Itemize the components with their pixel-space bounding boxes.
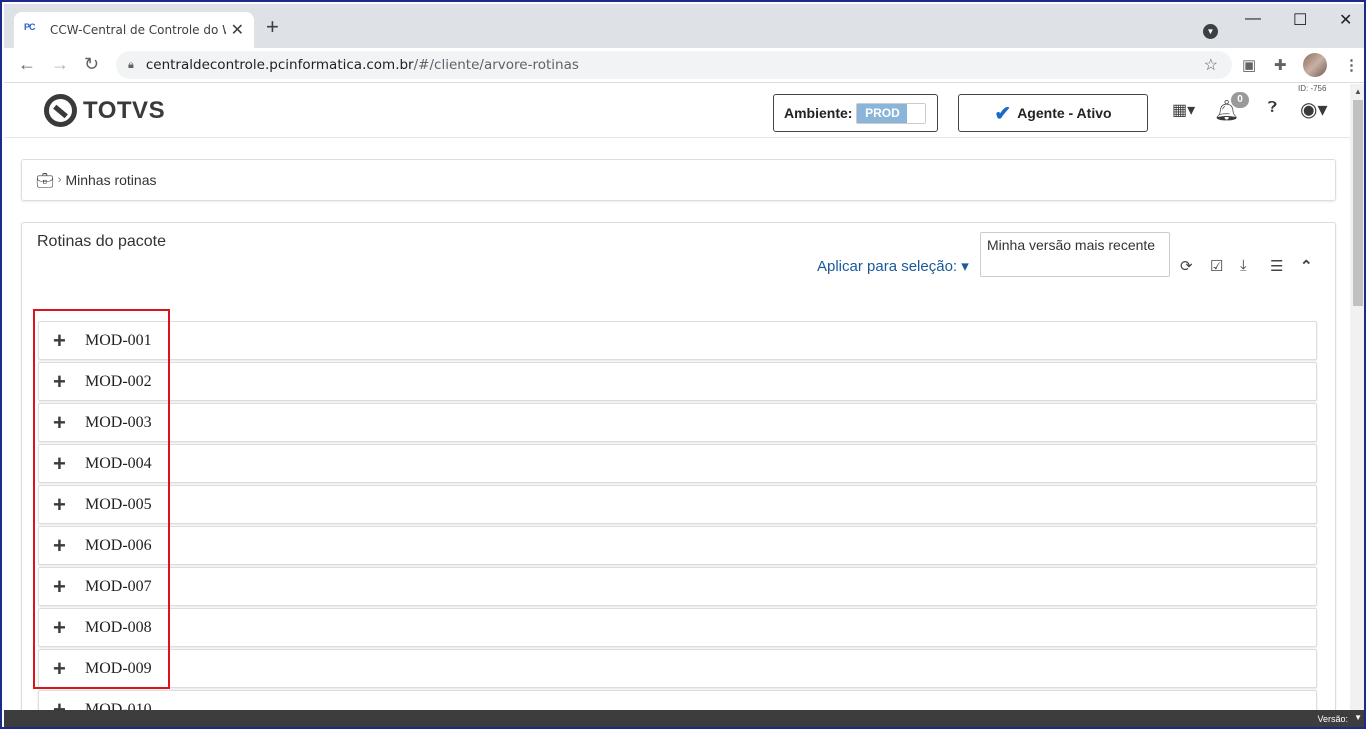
user-id-label: ID: -756 [1298, 84, 1327, 93]
breadcrumb-separator-icon: › [57, 174, 62, 186]
favicon-icon: PC [24, 22, 36, 32]
profile-menu-icon[interactable]: ▼ [1203, 24, 1218, 39]
module-label: MOD-010 [85, 700, 152, 711]
minimize-icon[interactable]: — [1245, 10, 1261, 28]
scrollbar[interactable]: ▲ [1350, 84, 1364, 710]
logo-text: TOTVS [83, 96, 166, 124]
lock-icon: 🔒︎ [128, 58, 134, 71]
agente-label: Agente - Ativo [1017, 105, 1112, 121]
download-icon[interactable]: ⤓ [1240, 257, 1247, 274]
breadcrumb-item[interactable]: Minhas rotinas [65, 172, 156, 188]
browser-tabstrip: PC CCW-Central de Controle do Win ✕ + ▼ … [4, 4, 1364, 48]
url-domain: centraldecontrole.pcinformatica.com.br [145, 57, 414, 73]
apply-selection-dropdown[interactable]: Aplicar para seleção: ▾ [817, 257, 969, 275]
apply-selection-label: Aplicar para seleção: [817, 258, 958, 275]
menu-icon[interactable]: ☰ [1270, 257, 1283, 275]
bookmark-star-icon[interactable]: ☆ [1204, 55, 1218, 75]
notification-badge: 0 [1231, 92, 1249, 108]
check-icon: ✔ [994, 102, 1012, 125]
module-row[interactable]: + MOD-007 [38, 567, 1317, 606]
panel-title: Rotinas do pacote [37, 233, 166, 250]
maximize-icon[interactable]: ☐ [1293, 10, 1307, 30]
scroll-up-icon[interactable]: ▲ [1354, 87, 1362, 96]
check-all-icon[interactable]: ☑ [1210, 257, 1223, 275]
ambiente-value: PROD [857, 103, 908, 123]
module-row[interactable]: + MOD-001 [38, 321, 1317, 360]
module-row[interactable]: + MOD-006 [38, 526, 1317, 565]
totvs-logo[interactable]: TOTVS [44, 94, 165, 127]
window-frame: PC CCW-Central de Controle do Win ✕ + ▼ … [0, 0, 1366, 729]
collapse-icon[interactable]: ⌃ [1300, 257, 1313, 275]
module-row[interactable]: + MOD-008 [38, 608, 1317, 647]
module-row[interactable]: + MOD-004 [38, 444, 1317, 483]
ambiente-box: Ambiente: PROD [773, 94, 938, 132]
close-tab-icon[interactable]: ✕ [231, 20, 244, 40]
puzzle-extensions-icon[interactable]: ✚ [1274, 56, 1287, 74]
expand-plus-icon[interactable]: + [53, 698, 85, 710]
highlight-box [33, 309, 170, 689]
module-row[interactable]: + MOD-005 [38, 485, 1317, 524]
browser-tab[interactable]: PC CCW-Central de Controle do Win ✕ [14, 12, 254, 48]
url-path: /#/cliente/arvore-rotinas [413, 57, 579, 73]
ambiente-toggle[interactable]: PROD [856, 102, 927, 124]
reload-icon[interactable]: ↻ [84, 54, 99, 75]
refresh-icon[interactable]: ⟳ [1180, 257, 1193, 275]
browser-toolbar: ← → ↻ 🔒︎ centraldecontrole.pcinformatica… [4, 48, 1364, 83]
new-tab-icon[interactable]: + [266, 16, 279, 38]
address-bar[interactable]: 🔒︎ centraldecontrole.pcinformatica.com.b… [116, 51, 1232, 79]
avatar[interactable] [1303, 53, 1327, 77]
page-content: TOTVS Ambiente: PROD ✔ Agente - Ativo ▦▾… [4, 84, 1350, 710]
tab-title: CCW-Central de Controle do Win [50, 23, 226, 37]
back-icon[interactable]: ← [18, 54, 36, 75]
module-row[interactable]: + MOD-009 [38, 649, 1317, 688]
help-icon[interactable]: ❓︎ [1268, 99, 1277, 116]
scrollbar-thumb[interactable] [1353, 100, 1363, 306]
forward-icon[interactable]: → [51, 54, 69, 75]
totvs-logo-icon [44, 94, 77, 127]
version-label: Versão: [1317, 714, 1348, 724]
module-list: + MOD-001 + MOD-002 + MOD-003 + MOD-004 + MOD-005… [38, 321, 1317, 710]
ambiente-label: Ambiente: [784, 105, 853, 121]
user-account-icon[interactable]: ◉▾ [1300, 97, 1328, 122]
module-row[interactable]: + MOD-010 [38, 690, 1317, 710]
agente-status-button[interactable]: ✔ Agente - Ativo [958, 94, 1148, 132]
module-row[interactable]: + MOD-002 [38, 362, 1317, 401]
apps-grid-icon[interactable]: ▦▾ [1172, 100, 1195, 120]
extension-icon[interactable]: ▣ [1242, 56, 1256, 74]
app-footer: Versão: ▼ [4, 710, 1364, 727]
rotinas-panel: Rotinas do pacote Aplicar para seleção: … [21, 222, 1336, 710]
breadcrumb: 💼︎ › Minhas rotinas [21, 159, 1336, 201]
version-select[interactable]: Minha versão mais recente [980, 232, 1170, 277]
url-text: centraldecontrole.pcinformatica.com.br/#… [146, 57, 579, 73]
close-window-icon[interactable]: ✕ [1339, 10, 1352, 30]
briefcase-icon: 💼︎ [36, 171, 54, 188]
module-row[interactable]: + MOD-003 [38, 403, 1317, 442]
browser-menu-icon[interactable]: ⋮ [1344, 56, 1359, 74]
app-header: TOTVS Ambiente: PROD ✔ Agente - Ativo ▦▾… [4, 84, 1350, 138]
scroll-down-icon[interactable]: ▼ [1354, 713, 1362, 722]
